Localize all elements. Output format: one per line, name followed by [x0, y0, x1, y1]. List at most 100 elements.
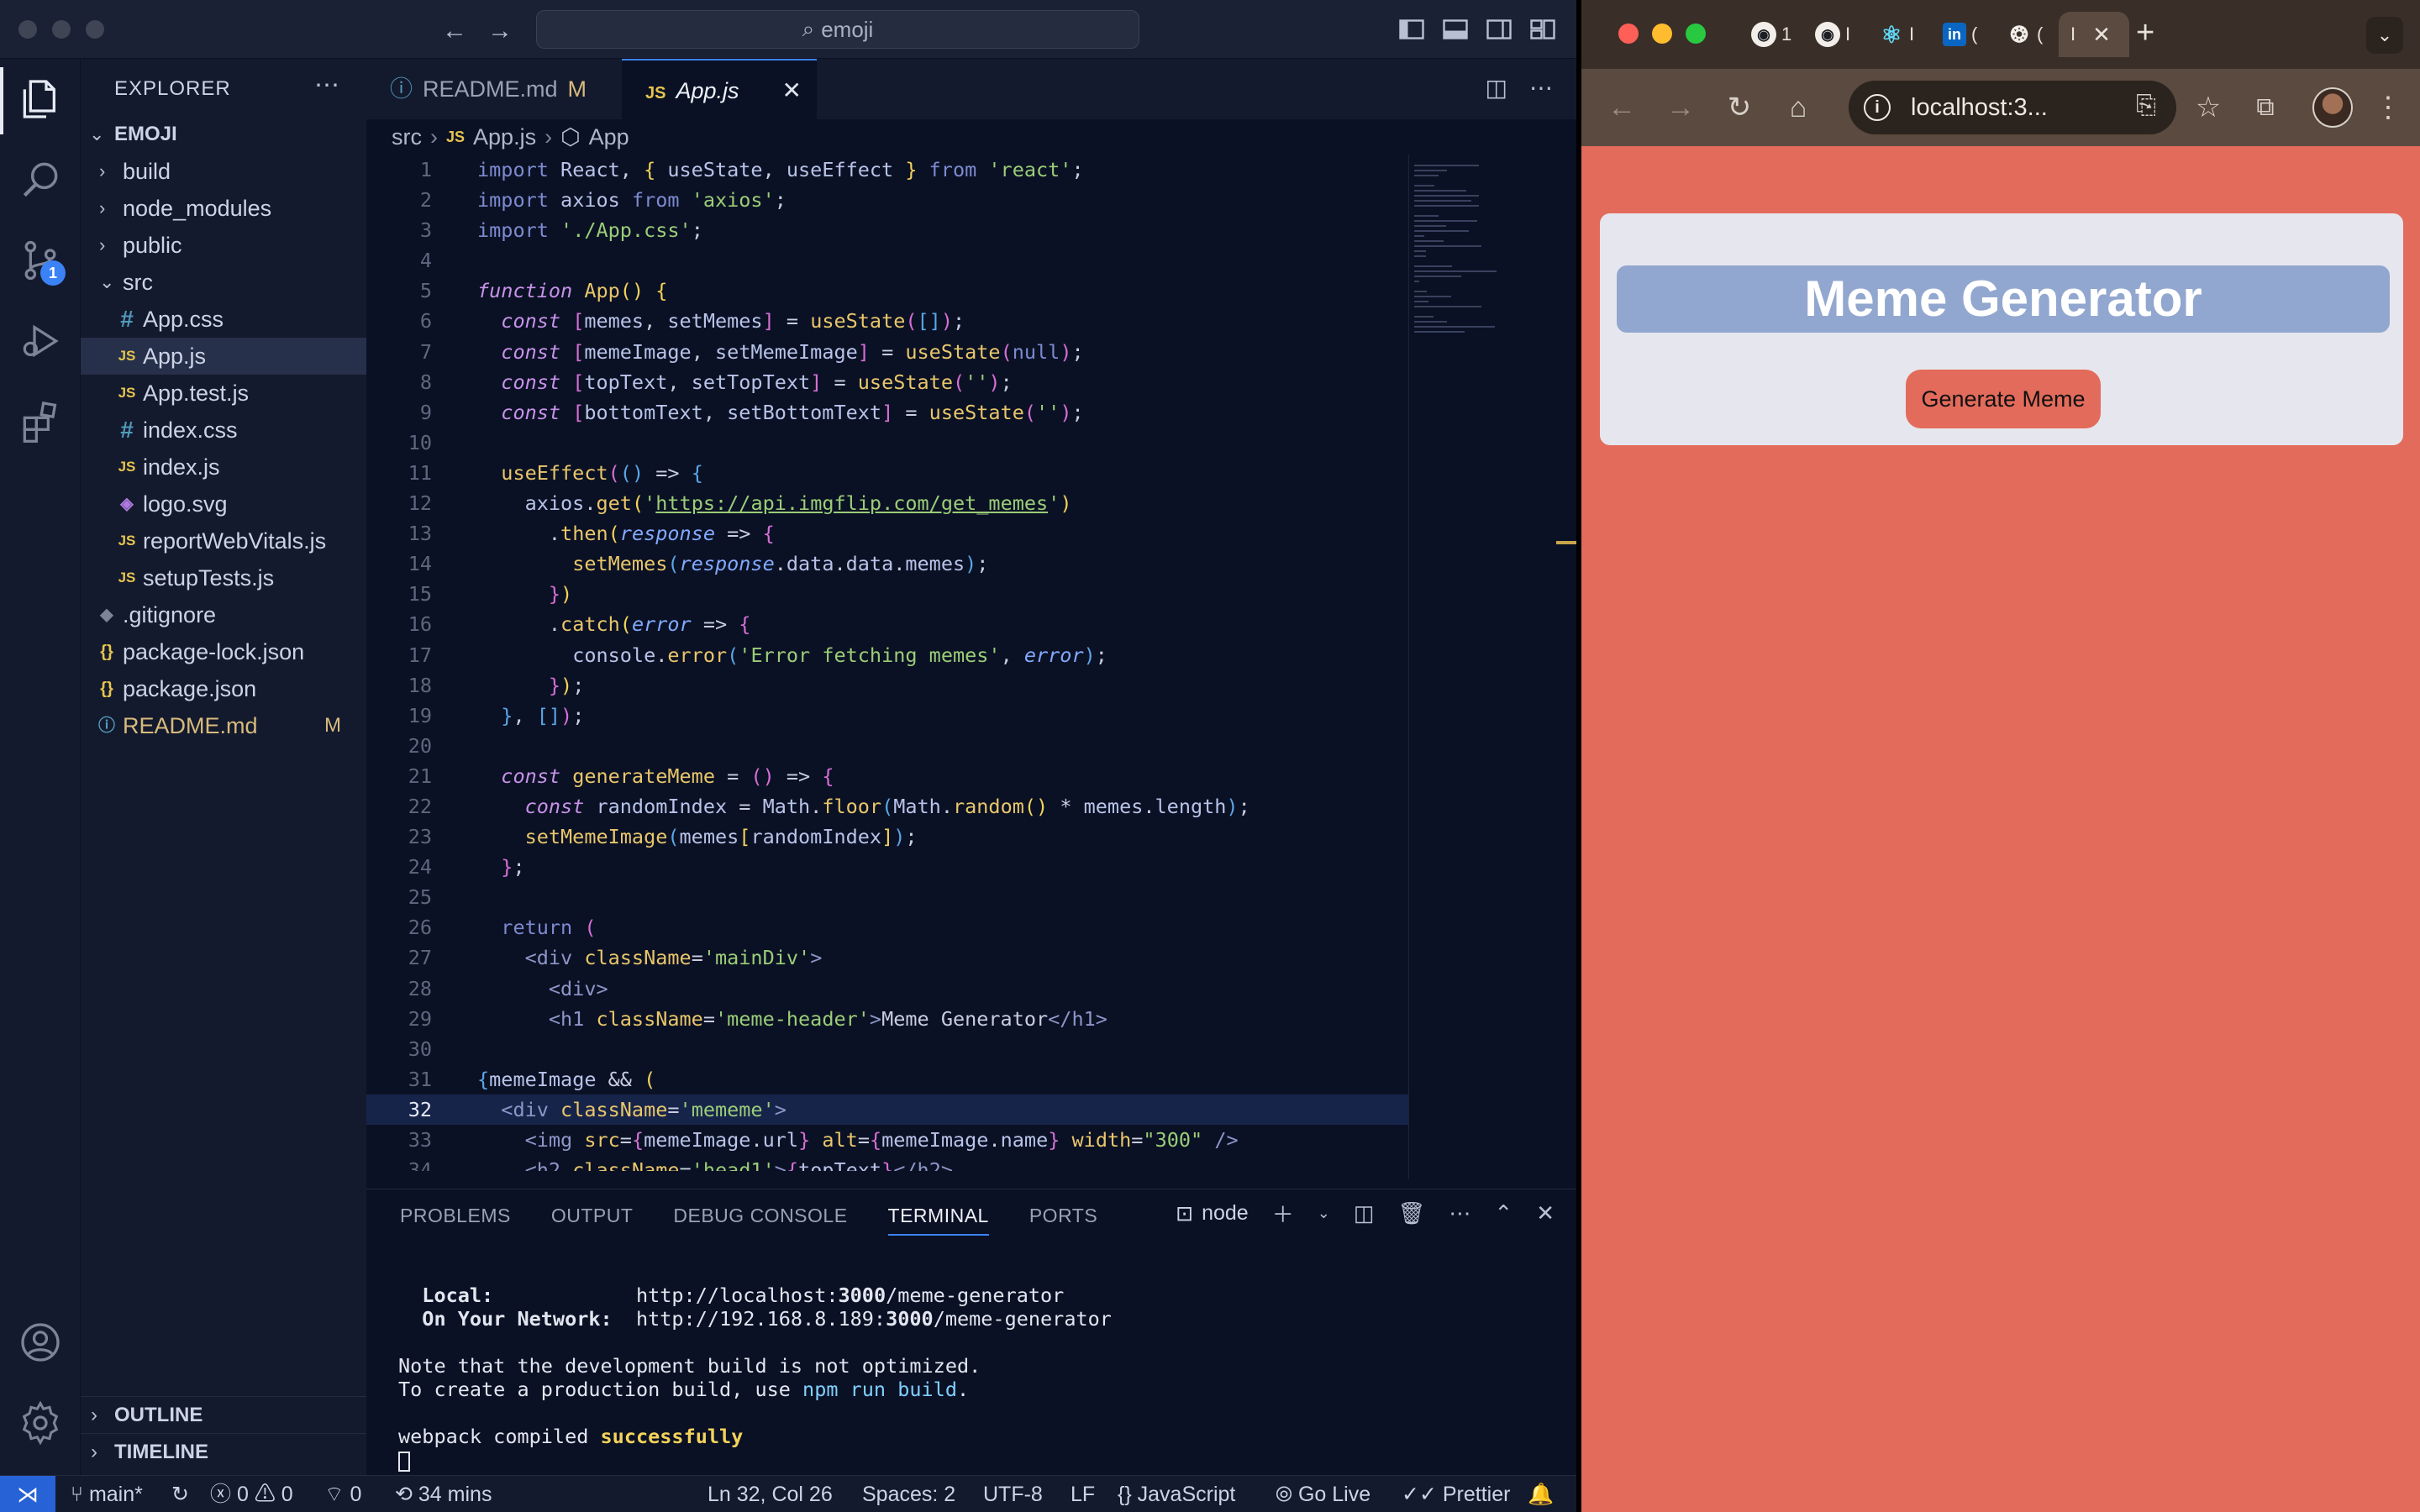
window-close-button[interactable]: [18, 20, 37, 39]
problems-indicator[interactable]: ⓧ 0 ⚠ 0: [210, 1476, 293, 1512]
new-tab-icon[interactable]: +: [2136, 15, 2154, 51]
home-icon[interactable]: ⌂: [1780, 89, 1817, 126]
back-arrow-icon[interactable]: ←: [442, 17, 472, 47]
language-mode[interactable]: {} JavaScript: [1118, 1476, 1235, 1512]
explorer-root-folder[interactable]: ⌄ EMOJI: [81, 116, 366, 153]
tree-item[interactable]: JS App.js: [81, 338, 366, 375]
browser-tab[interactable]: in(: [1931, 12, 1990, 57]
indentation[interactable]: Spaces: 2: [862, 1476, 955, 1512]
browser-tab-active[interactable]: I ✕: [2059, 12, 2129, 57]
tree-item[interactable]: › build: [81, 153, 366, 190]
forward-arrow-icon[interactable]: →: [487, 17, 518, 47]
accounts-icon[interactable]: [17, 1319, 64, 1366]
tree-item[interactable]: {} package.json: [81, 670, 366, 707]
window-close-button[interactable]: [1618, 24, 1639, 44]
tree-item[interactable]: # App.css: [81, 301, 366, 338]
window-minimize-button[interactable]: [1652, 24, 1672, 44]
tab-debug-console[interactable]: DEBUG CONSOLE: [673, 1205, 847, 1236]
tree-item[interactable]: ⌄ src: [81, 264, 366, 301]
more-actions-icon[interactable]: ⋯: [1449, 1200, 1470, 1226]
timeline-section[interactable]: › TIMELINE: [81, 1433, 366, 1470]
window-zoom-button[interactable]: [1686, 24, 1706, 44]
tab-output[interactable]: OUTPUT: [551, 1205, 634, 1236]
toggle-panel-icon[interactable]: [1440, 14, 1470, 45]
tab-search-chevron-icon[interactable]: ⌄: [2366, 17, 2403, 54]
site-info-icon[interactable]: i: [1864, 94, 1891, 121]
back-arrow-icon[interactable]: ←: [1603, 89, 1640, 126]
reload-icon[interactable]: ↻: [1721, 89, 1758, 126]
bell-icon[interactable]: 🔔: [1528, 1476, 1554, 1512]
window-zoom-button[interactable]: [86, 20, 104, 39]
install-app-icon[interactable]: ⎘: [2128, 87, 2165, 124]
tab-terminal[interactable]: TERMINAL: [887, 1205, 989, 1236]
minimap-line: [1414, 200, 1471, 202]
line-number: 7: [419, 339, 432, 364]
close-icon[interactable]: ✕: [2092, 22, 2111, 48]
end-of-line[interactable]: LF: [1071, 1476, 1095, 1512]
split-editor-icon[interactable]: ◫: [1486, 74, 1507, 102]
chevron-down-icon[interactable]: ⌄: [1318, 1205, 1330, 1222]
browser-tab[interactable]: ⚛ I: [1867, 12, 1926, 57]
chevron-up-icon[interactable]: ⌃: [1494, 1200, 1512, 1226]
bookmark-star-icon[interactable]: ☆: [2190, 89, 2227, 126]
new-terminal-icon[interactable]: ＋: [1272, 1198, 1294, 1229]
tab-ports[interactable]: PORTS: [1029, 1205, 1097, 1236]
tree-item[interactable]: › public: [81, 227, 366, 264]
outline-section[interactable]: › OUTLINE: [81, 1396, 366, 1433]
run-debug-icon[interactable]: [17, 318, 64, 365]
tree-item[interactable]: {} package-lock.json: [81, 633, 366, 670]
branch-indicator[interactable]: ⑂ main*: [71, 1476, 143, 1512]
tab-app-js[interactable]: JS App.js ✕: [622, 59, 817, 119]
command-center-search[interactable]: ⌕ emoji: [536, 10, 1139, 49]
window-minimize-button[interactable]: [52, 20, 71, 39]
cursor-position[interactable]: Ln 32, Col 26: [708, 1476, 833, 1512]
tree-item[interactable]: ⓘ README.md M: [81, 707, 366, 744]
tree-item[interactable]: ◆ .gitignore: [81, 596, 366, 633]
generate-meme-button[interactable]: Generate Meme: [1906, 370, 2101, 428]
forward-arrow-icon[interactable]: →: [1662, 89, 1699, 126]
split-terminal-icon[interactable]: ◫: [1354, 1200, 1375, 1226]
browser-tab[interactable]: ◉ I: [1803, 12, 1862, 57]
tree-item[interactable]: # index.css: [81, 412, 366, 449]
tree-item[interactable]: JS reportWebVitals.js: [81, 522, 366, 559]
breadcrumb-item[interactable]: src: [392, 119, 422, 155]
minimap[interactable]: [1408, 155, 1563, 1179]
tab-problems[interactable]: PROBLEMS: [400, 1205, 511, 1236]
settings-gear-icon[interactable]: [17, 1399, 64, 1446]
terminal-output[interactable]: Local: http://localhost:3000/meme-genera…: [398, 1284, 1112, 1472]
extensions-puzzle-icon[interactable]: ⧉: [2247, 89, 2284, 126]
more-actions-icon[interactable]: ⋯: [314, 71, 339, 100]
menu-kebab-icon[interactable]: ⋮: [2370, 89, 2407, 126]
sync-icon[interactable]: ↻: [171, 1476, 189, 1512]
time-tracker[interactable]: ⟲ 34 mins: [395, 1476, 492, 1512]
search-icon[interactable]: [17, 156, 64, 203]
close-icon[interactable]: ✕: [782, 60, 802, 121]
browser-tab[interactable]: ❂(: [1995, 12, 2054, 57]
trash-icon[interactable]: 🗑: [1397, 1200, 1425, 1226]
remote-indicator-icon[interactable]: ⋊: [0, 1476, 55, 1512]
close-icon[interactable]: ✕: [1536, 1200, 1555, 1226]
explorer-files-icon[interactable]: [17, 76, 64, 123]
profile-avatar[interactable]: [2312, 87, 2353, 128]
extensions-icon[interactable]: [17, 398, 64, 445]
more-actions-icon[interactable]: ⋯: [1529, 74, 1553, 102]
breadcrumb-item[interactable]: App: [589, 119, 629, 155]
prettier-button[interactable]: ✓✓ Prettier: [1402, 1476, 1510, 1512]
toggle-primary-sidebar-icon[interactable]: [1397, 14, 1427, 45]
tree-item[interactable]: JS App.test.js: [81, 375, 366, 412]
ports-indicator[interactable]: ⌔ 0: [324, 1476, 361, 1512]
tree-item[interactable]: ◈ logo.svg: [81, 486, 366, 522]
terminal-selector[interactable]: ⊡ node: [1176, 1201, 1249, 1226]
tab-readme[interactable]: ⓘ README.md M: [366, 59, 618, 119]
customize-layout-icon[interactable]: [1528, 14, 1558, 45]
encoding[interactable]: UTF-8: [983, 1476, 1043, 1512]
minimap-line: [1414, 215, 1439, 217]
tree-item[interactable]: › node_modules: [81, 190, 366, 227]
tree-item[interactable]: JS setupTests.js: [81, 559, 366, 596]
go-live-button[interactable]: ⦾ Go Live: [1276, 1476, 1370, 1512]
code-editor[interactable]: 1 import React, { useState, useEffect } f…: [366, 155, 1408, 1171]
tree-item[interactable]: JS index.js: [81, 449, 366, 486]
breadcrumb-item[interactable]: App.js: [473, 119, 536, 155]
toggle-secondary-sidebar-icon[interactable]: [1484, 14, 1514, 45]
browser-tab[interactable]: ◉ 1: [1739, 12, 1798, 57]
